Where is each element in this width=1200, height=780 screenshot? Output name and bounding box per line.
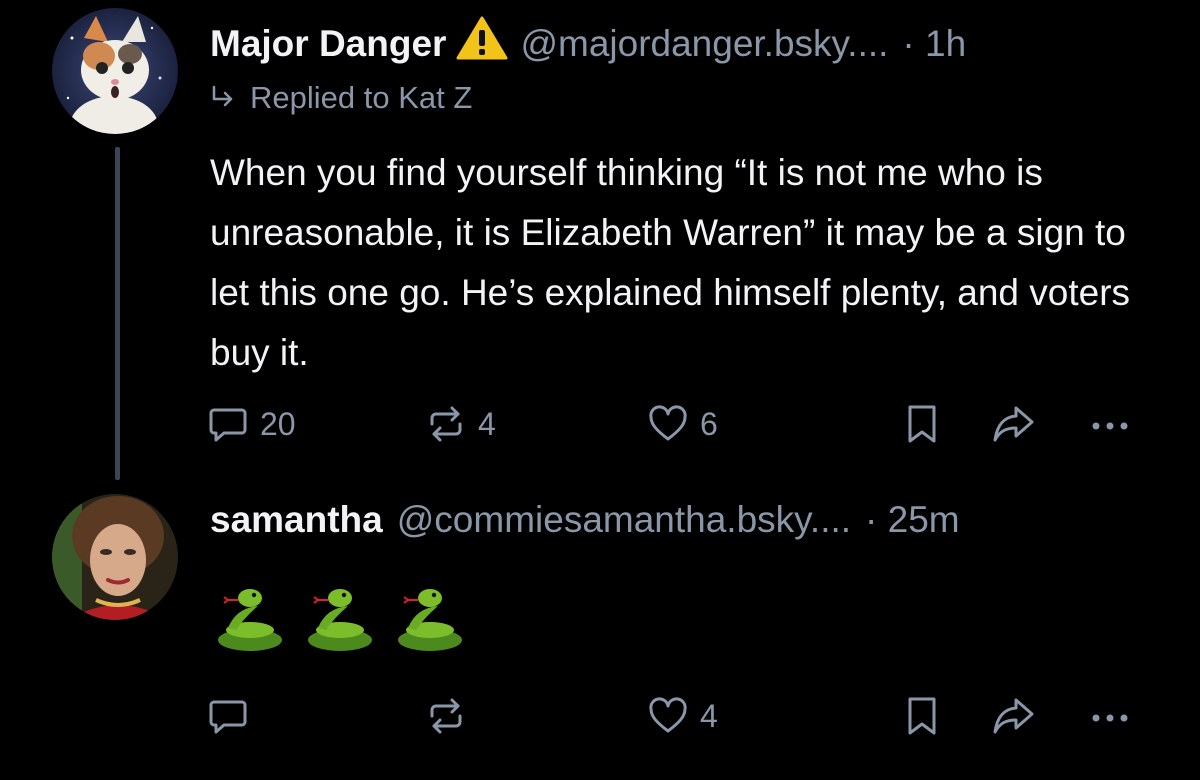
- share-button[interactable]: [990, 694, 1038, 738]
- share-icon: [993, 406, 1034, 442]
- snake-emoji-1: [218, 589, 282, 651]
- post-actions: 20 4 6: [206, 402, 1164, 452]
- like-button[interactable]: 6: [646, 402, 718, 446]
- repost-icon: [430, 406, 462, 442]
- post-text: [206, 578, 468, 660]
- reply-button[interactable]: 20: [206, 402, 296, 446]
- repost-button[interactable]: [424, 694, 468, 738]
- like-button[interactable]: 4: [646, 694, 718, 738]
- post-time[interactable]: · 25m: [865, 498, 960, 542]
- like-count: 6: [700, 405, 718, 442]
- reply-icon: [209, 700, 247, 734]
- replied-to-label: Replied to Kat Z: [250, 80, 473, 115]
- more-icon: [1092, 422, 1128, 430]
- warning-icon: [456, 16, 508, 70]
- heart-icon: [649, 405, 687, 441]
- author-handle[interactable]: @commiesamantha.bsky....: [397, 498, 851, 542]
- reply-button[interactable]: [206, 694, 250, 738]
- author-name[interactable]: Major Danger: [210, 22, 446, 66]
- bookmark-button[interactable]: [902, 694, 942, 738]
- snake-emoji-3: [398, 589, 462, 651]
- share-button[interactable]: [990, 402, 1038, 446]
- more-button[interactable]: [1088, 694, 1132, 738]
- author-handle[interactable]: @majordanger.bsky....: [520, 22, 888, 66]
- repost-button[interactable]: 4: [424, 402, 496, 446]
- like-count: 4: [700, 697, 718, 734]
- post-actions: 4: [206, 694, 1164, 744]
- post-text: When you find yourself thinking “It is n…: [210, 152, 1131, 373]
- heart-icon: [649, 697, 687, 733]
- reply-count: 20: [260, 405, 296, 442]
- reply-icon: [209, 408, 247, 442]
- author-name[interactable]: samantha: [210, 498, 383, 542]
- thread-line: [115, 147, 120, 480]
- share-icon: [993, 698, 1034, 734]
- post-header: samantha @commiesamantha.bsky.... · 25m: [210, 498, 960, 542]
- snake-emoji-2: [308, 589, 372, 651]
- repost-count: 4: [478, 405, 496, 442]
- avatar-major-danger[interactable]: [52, 8, 178, 134]
- post-header: Major Danger @majordanger.bsky.... · 1h: [210, 12, 966, 66]
- bookmark-icon: [908, 405, 936, 443]
- reply-arrow-icon: [212, 85, 233, 107]
- bookmark-button[interactable]: [902, 402, 942, 446]
- bookmark-icon: [908, 697, 936, 735]
- repost-icon: [430, 698, 462, 734]
- more-icon: [1092, 714, 1128, 722]
- more-button[interactable]: [1088, 402, 1132, 446]
- replied-to[interactable]: Replied to Kat Z: [210, 78, 472, 118]
- post-time[interactable]: · 1h: [902, 22, 966, 66]
- avatar-samantha[interactable]: [52, 494, 178, 620]
